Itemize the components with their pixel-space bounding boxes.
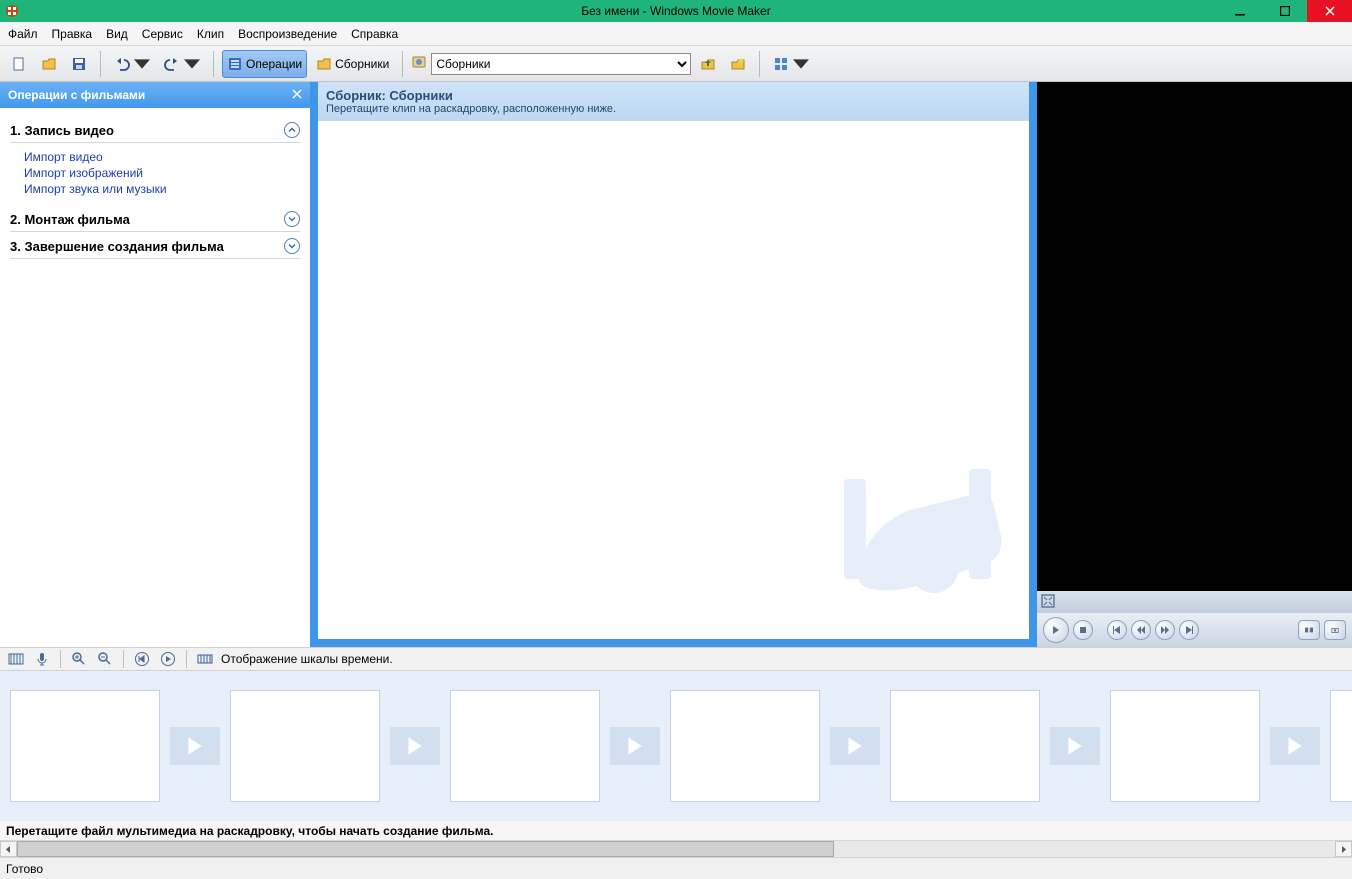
window-controls (1217, 0, 1352, 22)
minimize-button[interactable] (1217, 0, 1262, 22)
scroll-left-button[interactable] (0, 841, 17, 857)
storyboard-slot[interactable] (890, 690, 1040, 802)
film-reel-art (819, 439, 1019, 639)
maximize-button[interactable] (1262, 0, 1307, 22)
prev-clip-button[interactable] (1107, 620, 1127, 640)
link-import-images[interactable]: Импорт изображений (24, 165, 300, 181)
scroll-thumb[interactable] (17, 841, 834, 857)
undo-button[interactable] (109, 50, 155, 78)
status-text: Готово (6, 862, 43, 876)
task-section-edit-title: 2. Монтаж фильма (10, 212, 130, 227)
view-mode-button[interactable] (768, 50, 814, 78)
chevron-up-icon (284, 122, 300, 138)
new-project-button[interactable] (6, 50, 32, 78)
storyboard[interactable] (0, 671, 1352, 821)
window-title: Без имени - Windows Movie Maker (581, 4, 770, 18)
task-section-finish[interactable]: 3. Завершение создания фильма (10, 232, 300, 259)
collection-location-icon (411, 54, 427, 73)
scroll-track[interactable] (17, 841, 1335, 857)
storyboard-slot[interactable] (1110, 690, 1260, 802)
collections-toggle-button[interactable]: Сборники (311, 50, 394, 78)
fullscreen-icon[interactable] (1041, 594, 1055, 611)
collection-pane: Сборник: Сборники Перетащите клип на рас… (310, 82, 1037, 647)
app-icon (4, 3, 20, 19)
storyboard-hint: Перетащите файл мультимедиа на раскадров… (0, 821, 1352, 840)
task-section-capture[interactable]: 1. Запись видео (10, 116, 300, 143)
preview-video-area (1037, 82, 1352, 591)
menu-play[interactable]: Воспроизведение (238, 27, 337, 41)
storyboard-slot[interactable] (230, 690, 380, 802)
title-bar: Без имени - Windows Movie Maker (0, 0, 1352, 22)
collection-heading: Сборник: Сборники (326, 88, 1021, 103)
menu-clip[interactable]: Клип (197, 27, 224, 41)
collection-subtext: Перетащите клип на раскадровку, располож… (326, 103, 1021, 115)
storyboard-scrollbar[interactable] (0, 840, 1352, 857)
new-folder-button[interactable] (725, 50, 751, 78)
task-pane: Операции с фильмами 1. Запись видео Импо… (0, 82, 310, 647)
collections-toggle-label: Сборники (335, 57, 389, 71)
chevron-down-icon (284, 238, 300, 254)
collection-body[interactable] (318, 121, 1029, 639)
scroll-right-button[interactable] (1335, 841, 1352, 857)
menu-file[interactable]: Файл (8, 27, 38, 41)
link-import-video[interactable]: Импорт видео (24, 149, 300, 165)
tasks-toggle-button[interactable]: Операции (222, 50, 307, 78)
task-pane-header: Операции с фильмами (0, 82, 310, 108)
play-button[interactable] (1043, 617, 1069, 643)
timeline-toolbar: Отображение шкалы времени. (0, 647, 1352, 671)
task-pane-close-button[interactable] (292, 88, 302, 102)
save-project-button[interactable] (66, 50, 92, 78)
chevron-down-icon (284, 211, 300, 227)
menu-tools[interactable]: Сервис (142, 27, 183, 41)
status-bar: Готово (0, 857, 1352, 879)
main-toolbar: Операции Сборники Сборники (0, 46, 1352, 82)
up-level-button[interactable] (695, 50, 721, 78)
zoom-out-button[interactable] (95, 649, 115, 669)
zoom-in-button[interactable] (69, 649, 89, 669)
storyboard-transition[interactable] (1040, 690, 1110, 802)
prev-frame-button[interactable] (1131, 620, 1151, 640)
take-picture-button[interactable] (1324, 620, 1346, 640)
task-pane-title: Операции с фильмами (8, 88, 145, 102)
preview-controls (1037, 613, 1352, 647)
next-frame-button[interactable] (1155, 620, 1175, 640)
play-timeline-button[interactable] (158, 649, 178, 669)
toggle-timeline-icon[interactable] (195, 649, 215, 669)
storyboard-slot[interactable] (450, 690, 600, 802)
narrate-button[interactable] (32, 649, 52, 669)
collection-header: Сборник: Сборники Перетащите клип на рас… (318, 82, 1029, 121)
close-button[interactable] (1307, 0, 1352, 22)
storyboard-transition[interactable] (380, 690, 450, 802)
menu-help[interactable]: Справка (351, 27, 398, 41)
timeline-view-icon[interactable] (6, 649, 26, 669)
storyboard-transition[interactable] (160, 690, 230, 802)
next-clip-button[interactable] (1179, 620, 1199, 640)
split-clip-button[interactable] (1298, 620, 1320, 640)
open-project-button[interactable] (36, 50, 62, 78)
menu-bar: Файл Правка Вид Сервис Клип Воспроизведе… (0, 22, 1352, 46)
rewind-button[interactable] (132, 649, 152, 669)
redo-button[interactable] (159, 50, 205, 78)
preview-pane (1037, 82, 1352, 647)
storyboard-transition[interactable] (820, 690, 890, 802)
preview-seek-bar[interactable] (1037, 591, 1352, 613)
storyboard-slot[interactable] (1330, 690, 1352, 802)
storyboard-slot[interactable] (10, 690, 160, 802)
task-section-finish-title: 3. Завершение создания фильма (10, 239, 224, 254)
menu-edit[interactable]: Правка (52, 27, 93, 41)
storyboard-slot[interactable] (670, 690, 820, 802)
menu-view[interactable]: Вид (106, 27, 128, 41)
stop-button[interactable] (1073, 620, 1093, 640)
tasks-toggle-label: Операции (246, 57, 302, 71)
link-import-audio[interactable]: Импорт звука или музыки (24, 181, 300, 197)
task-section-capture-title: 1. Запись видео (10, 123, 114, 138)
storyboard-transition[interactable] (600, 690, 670, 802)
collection-select[interactable]: Сборники (431, 53, 691, 75)
task-section-edit[interactable]: 2. Монтаж фильма (10, 205, 300, 232)
toggle-timeline-label[interactable]: Отображение шкалы времени. (221, 652, 393, 666)
storyboard-transition[interactable] (1260, 690, 1330, 802)
